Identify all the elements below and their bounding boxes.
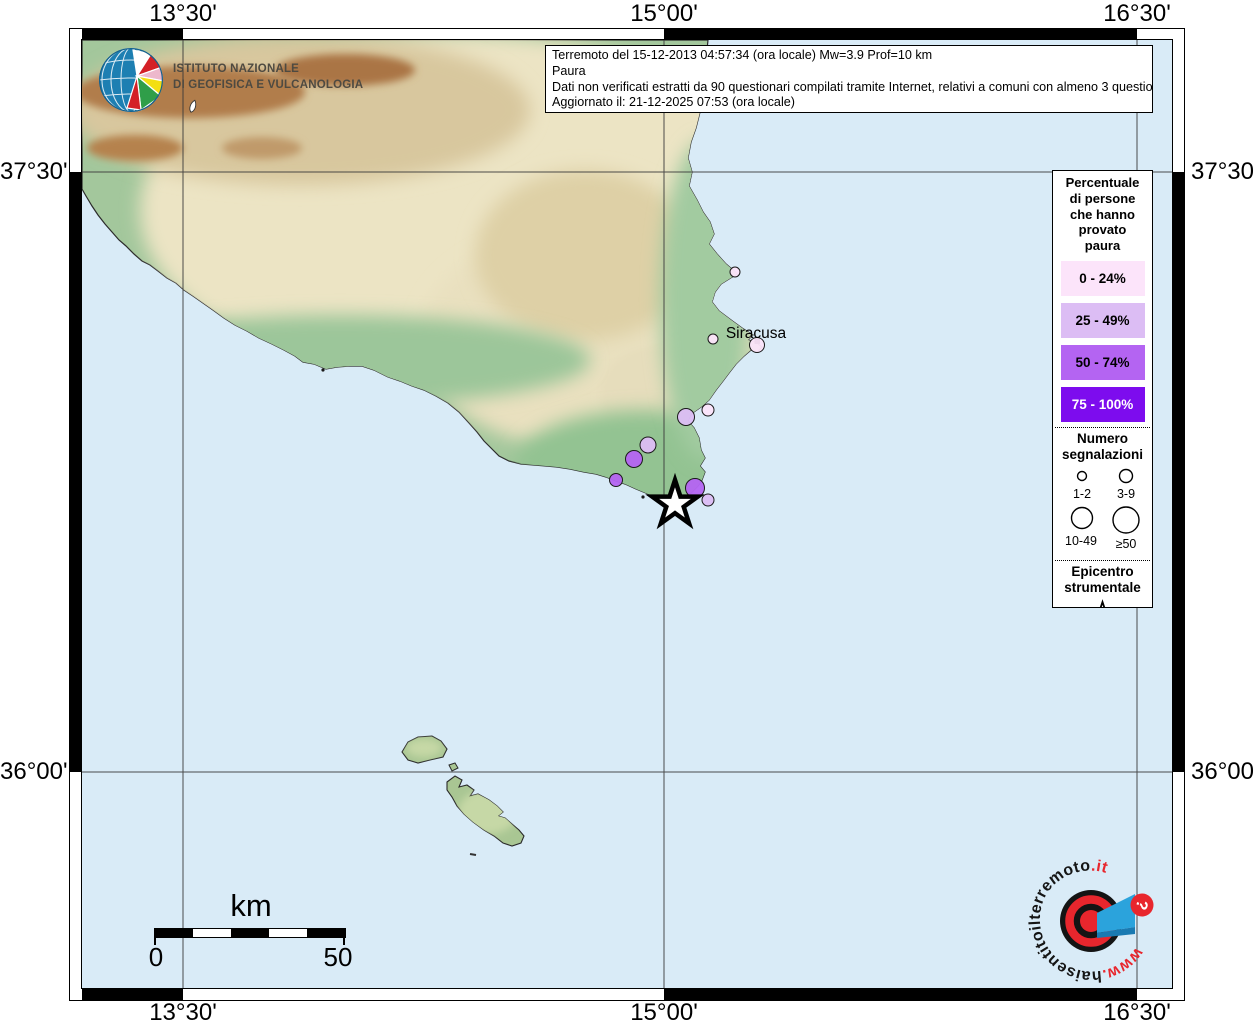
islet — [641, 495, 644, 498]
legend-swatch-75-100: 75 - 100% — [1061, 387, 1145, 422]
size-label-3-9: 3-9 — [1117, 487, 1135, 501]
legend-epicenter-title: Epicentro strumentale — [1053, 564, 1152, 596]
event-updated: Aggiornato il: 21-12-2025 07:53 (ora loc… — [552, 95, 1146, 111]
legend-swatch-25-49: 25 - 49% — [1061, 303, 1145, 338]
axis-label-bottom-left: 13°30' — [149, 1001, 217, 1025]
ingv-wordmark: ISTITUTO NAZIONALE DI GEOFISICA E VULCAN… — [173, 61, 363, 93]
ingv-globe-icon — [95, 46, 167, 118]
event-title: Terremoto del 15-12-2013 04:57:34 (ora l… — [552, 48, 1146, 64]
legend: Percentuale di persone che hanno provato… — [1052, 170, 1153, 608]
filfla-islet — [470, 854, 476, 855]
legend-star-icon — [1092, 602, 1113, 608]
axis-label-top-center: 15°00' — [630, 2, 698, 26]
axis-label-left-36-00: 36°00' — [0, 760, 64, 784]
felt-report-point — [640, 437, 656, 453]
axis-label-top-left: 13°30' — [149, 2, 217, 26]
legend-fear-title: Percentuale di persone che hanno provato… — [1053, 171, 1152, 254]
felt-map-page: { "axes": { "top": ["13°30'", "15°00'", … — [0, 0, 1255, 1024]
felt-report-point — [678, 409, 695, 426]
felt-report-point — [610, 474, 623, 487]
legend-count-title: Numero segnalazioni — [1053, 431, 1152, 463]
felt-report-point — [702, 404, 714, 416]
axis-label-right-36-00: 36°00' — [1191, 760, 1255, 784]
axis-label-top-right: 16°30' — [1103, 2, 1171, 26]
legend-divider — [1055, 427, 1150, 428]
scale-start: 0 — [149, 944, 163, 970]
axis-label-right-37-30: 37°30' — [1191, 160, 1255, 184]
city-label: Siracusa — [726, 325, 787, 342]
legend-epicenter-symbol — [1054, 598, 1151, 608]
axis-label-bottom-center: 15°00' — [630, 1001, 698, 1025]
legend-divider — [1055, 560, 1150, 561]
event-disclaimer: Dati non verificati estratti da 90 quest… — [552, 80, 1146, 96]
size-label-10-49: 10-49 — [1065, 534, 1097, 548]
scale-end: 50 — [324, 944, 353, 970]
map-content: Siracusa ? www.haisentitoilterremoto.it — [70, 35, 1172, 988]
size-label-1-2: 1-2 — [1073, 487, 1091, 501]
axis-label-left-37-30: 37°30' — [0, 160, 64, 184]
size-label-50: ≥50 — [1116, 537, 1137, 551]
felt-report-point — [708, 334, 718, 344]
scale-unit: km — [145, 890, 357, 922]
ingv-line2: DI GEOFISICA E VULCANOLOGIA — [173, 77, 363, 93]
legend-swatch-0-24: 0 - 24% — [1061, 261, 1145, 296]
axis-label-bottom-right: 16°30' — [1103, 1001, 1171, 1025]
scale-bar-segments — [154, 928, 346, 938]
legend-size-symbols: 1-2 3-9 10-49 ≥50 — [1054, 465, 1151, 555]
legend-swatch-50-74: 50 - 74% — [1061, 345, 1145, 380]
felt-report-point — [702, 494, 714, 506]
felt-report-point — [730, 267, 740, 277]
ingv-line1: ISTITUTO NAZIONALE — [173, 61, 363, 77]
scale-bar: km 0 50 — [145, 890, 357, 984]
islet — [321, 368, 324, 371]
event-map-type: Paura — [552, 64, 1146, 80]
ingv-logo: ISTITUTO NAZIONALE DI GEOFISICA E VULCAN… — [95, 44, 355, 118]
felt-report-point — [626, 451, 643, 468]
event-info-box: Terremoto del 15-12-2013 04:57:34 (ora l… — [545, 45, 1153, 113]
